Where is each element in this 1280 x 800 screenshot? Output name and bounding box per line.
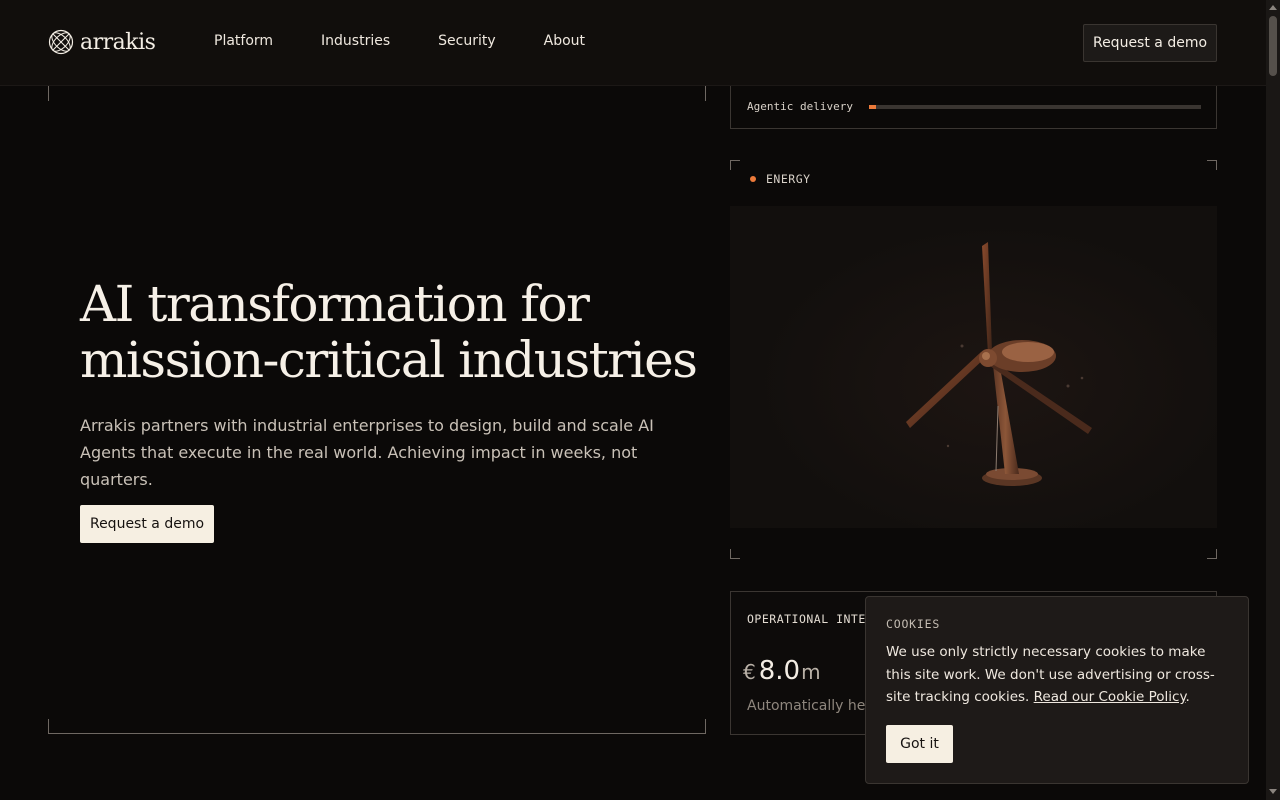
hero-title-line-2: mission-critical industries xyxy=(80,331,698,389)
cookie-accept-button[interactable]: Got it xyxy=(886,725,953,763)
agentic-delivery-progress-fill xyxy=(869,105,876,109)
nav-item-security[interactable]: Security xyxy=(438,33,496,49)
hero-title: AI transformation for mission-critical i… xyxy=(80,276,700,388)
status-dot-icon xyxy=(750,176,756,182)
page-scrollbar[interactable] xyxy=(1266,0,1280,800)
agentic-delivery-progress-bar xyxy=(869,105,1201,109)
nav-item-about[interactable]: About xyxy=(544,33,585,49)
operational-intel-description: Automatically hed xyxy=(747,698,875,714)
hero-title-line-1: AI transformation for xyxy=(80,275,590,333)
frame-corner xyxy=(1216,160,1217,170)
nav-item-platform[interactable]: Platform xyxy=(214,33,273,49)
frame-corner xyxy=(730,558,740,559)
energy-card: ENERGY xyxy=(730,160,1217,559)
metric-unit: m xyxy=(801,660,821,684)
energy-tag: ENERGY xyxy=(750,172,811,186)
site-header: arrakis Platform Industries Security Abo… xyxy=(0,0,1266,86)
energy-label: ENERGY xyxy=(766,172,811,186)
frame-corner xyxy=(705,86,706,101)
main-nav: Platform Industries Security About xyxy=(214,33,633,49)
operational-intel-metric: € 8.0 m xyxy=(743,656,821,686)
frame-corner xyxy=(705,719,706,734)
cookie-banner-title: COOKIES xyxy=(886,617,941,631)
frame-corner xyxy=(48,719,49,734)
cookie-banner-text: We use only strictly necessary cookies t… xyxy=(886,641,1232,709)
cookie-banner-suffix: . xyxy=(1185,689,1190,705)
frame-corner xyxy=(730,549,731,559)
agentic-delivery-card: Agentic delivery xyxy=(730,86,1217,129)
energy-image xyxy=(730,206,1217,528)
nav-item-industries[interactable]: Industries xyxy=(321,33,390,49)
frame-corner xyxy=(48,86,49,101)
cookie-banner: COOKIES We use only strictly necessary c… xyxy=(865,596,1249,784)
wind-turbine-icon xyxy=(730,206,1217,528)
hero-frame xyxy=(48,86,706,734)
hero-request-demo-button[interactable]: Request a demo xyxy=(80,505,214,543)
frame-bottom-line xyxy=(48,733,706,734)
cookie-policy-link[interactable]: Read our Cookie Policy xyxy=(1034,689,1186,705)
operational-intel-label: OPERATIONAL INTEL xyxy=(747,612,874,626)
metric-value: 8.0 xyxy=(758,656,801,686)
scrollbar-thumb[interactable] xyxy=(1269,16,1277,76)
frame-corner xyxy=(1216,549,1217,559)
brand-name: arrakis xyxy=(80,29,156,55)
brand-logo[interactable]: arrakis xyxy=(48,28,156,56)
globe-lattice-icon xyxy=(48,29,74,55)
scroll-down-icon[interactable] xyxy=(1269,789,1277,794)
header-request-demo-button[interactable]: Request a demo xyxy=(1083,24,1217,62)
frame-corner xyxy=(730,160,731,170)
currency-symbol: € xyxy=(743,660,756,684)
scroll-up-icon[interactable] xyxy=(1269,5,1277,10)
hero-subtitle: Arrakis partners with industrial enterpr… xyxy=(80,416,654,489)
frame-corner xyxy=(730,160,740,161)
agentic-delivery-label: Agentic delivery xyxy=(747,100,853,113)
